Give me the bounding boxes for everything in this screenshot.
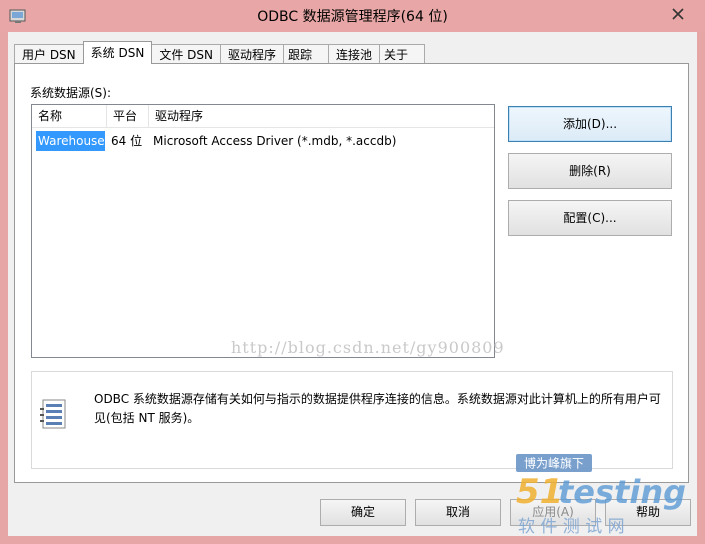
51testing-logo: 博为峰旗下 51 testing 软 件 测 试 网 xyxy=(516,454,686,537)
system-dsn-panel: 系统数据源(S): 名称 平台 驱动程序 Warehouse 64 位 Micr… xyxy=(14,63,689,483)
odbc-window: ODBC 数据源管理程序(64 位) 用户 DSN 系统 DSN 文件 DSN … xyxy=(0,0,705,544)
tab-user-dsn[interactable]: 用户 DSN xyxy=(14,44,84,64)
configure-button[interactable]: 配置(C)... xyxy=(508,200,672,236)
data-source-list[interactable]: 名称 平台 驱动程序 Warehouse 64 位 Microsoft Acce… xyxy=(31,104,495,358)
row-platform-cell: 64 位 xyxy=(111,134,143,148)
system-data-sources-label: 系统数据源(S): xyxy=(30,86,112,100)
tab-about[interactable]: 关于 xyxy=(379,44,426,64)
logo-subtitle: 软 件 测 试 网 xyxy=(518,517,625,537)
cancel-button[interactable]: 取消 xyxy=(415,499,501,526)
ok-button[interactable]: 确定 xyxy=(320,499,406,526)
table-row[interactable]: Warehouse 64 位 Microsoft Access Driver (… xyxy=(32,131,447,151)
remove-button[interactable]: 删除(R) xyxy=(508,153,672,189)
column-header-platform[interactable]: 平台 xyxy=(107,105,149,127)
list-header: 名称 平台 驱动程序 xyxy=(32,105,494,128)
info-description: ODBC 系统数据源存储有关如何与指示的数据提供程序连接的信息。系统数据源对此计… xyxy=(94,392,661,425)
window-title: ODBC 数据源管理程序(64 位) xyxy=(257,9,448,25)
tab-tracing[interactable]: 跟踪 xyxy=(282,44,329,64)
column-header-name[interactable]: 名称 xyxy=(32,105,107,127)
logo-number: 51 xyxy=(516,472,563,512)
add-button[interactable]: 添加(D)... xyxy=(508,106,672,142)
tab-drivers[interactable]: 驱动程序 xyxy=(219,44,284,64)
blog-watermark: http://blog.csdn.net/gy900809 xyxy=(231,338,505,357)
title-bar[interactable]: ODBC 数据源管理程序(64 位) xyxy=(0,0,705,32)
row-driver-cell: Microsoft Access Driver (*.mdb, *.accdb) xyxy=(153,134,397,148)
tab-strip: 用户 DSN 系统 DSN 文件 DSN 驱动程序 跟踪 连接池 关于 xyxy=(14,41,426,64)
row-name-cell: Warehouse xyxy=(36,131,105,151)
tab-system-dsn[interactable]: 系统 DSN xyxy=(82,41,153,64)
tab-connection-pooling[interactable]: 连接池 xyxy=(328,44,381,64)
logo-wordmark: testing xyxy=(558,473,686,511)
tab-file-dsn[interactable]: 文件 DSN xyxy=(151,44,221,64)
close-button[interactable] xyxy=(659,2,697,26)
close-icon xyxy=(672,8,684,20)
logo-tagline: 博为峰旗下 xyxy=(524,456,584,471)
column-header-driver[interactable]: 驱动程序 xyxy=(149,105,494,127)
database-info-icon xyxy=(40,399,66,429)
